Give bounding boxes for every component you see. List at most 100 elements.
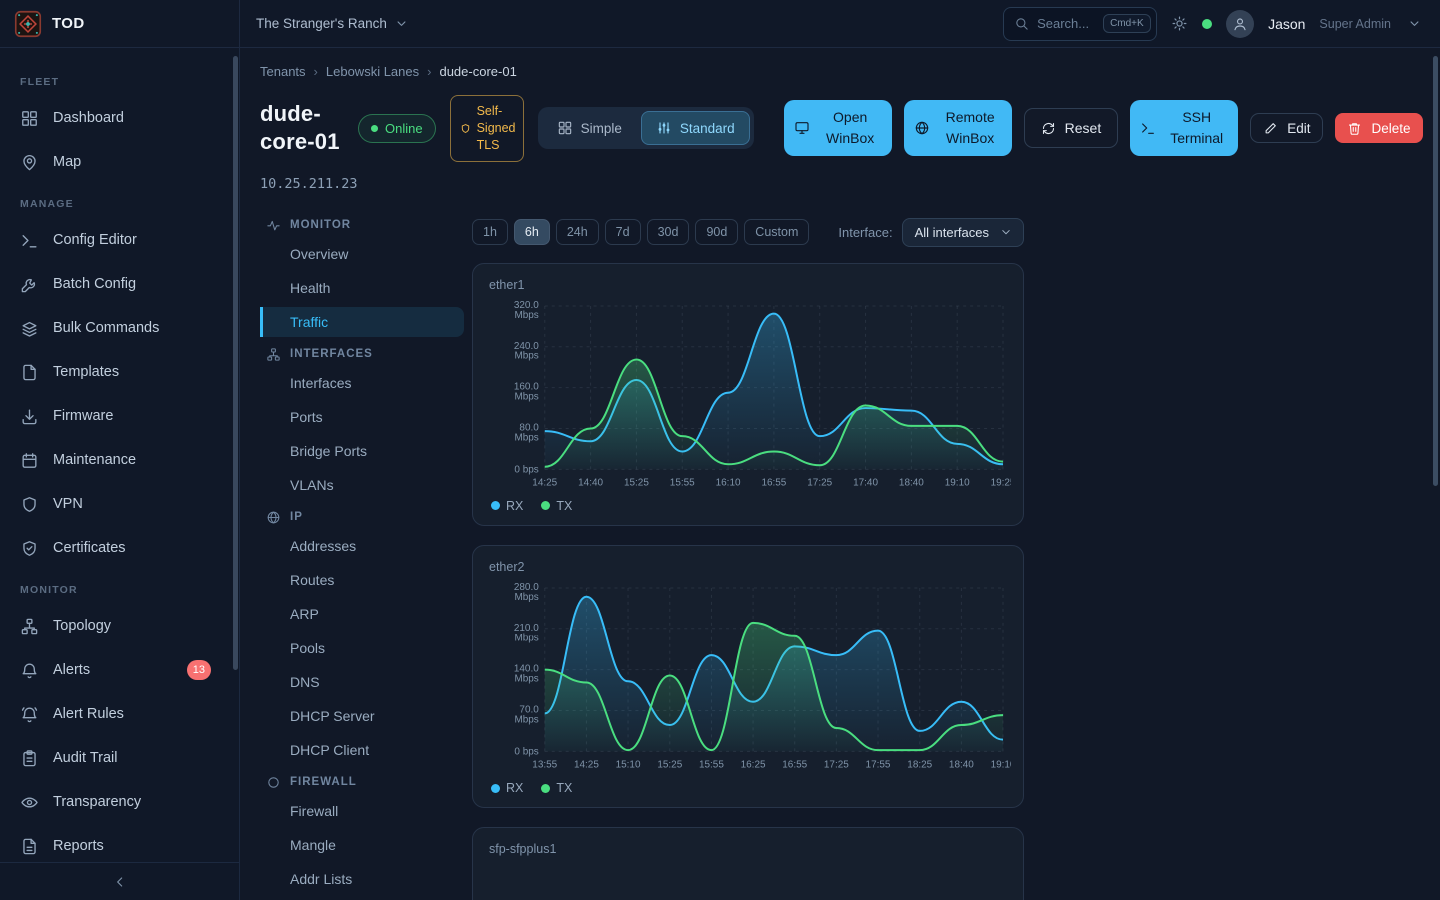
svg-text:15:55: 15:55 <box>699 759 724 770</box>
shield-icon <box>20 495 40 514</box>
traffic-chart-svg: 280.0Mbps210.0Mbps140.0Mbps70.0Mbps0 bps… <box>485 576 1011 777</box>
subnav-item-dns[interactable]: DNS <box>260 667 464 697</box>
sidebar-scrollbar[interactable] <box>233 56 238 670</box>
subnav-item-routes[interactable]: Routes <box>260 565 464 595</box>
subnav-item-overview[interactable]: Overview <box>260 239 464 269</box>
sidebar-item-transparency[interactable]: Transparency <box>0 780 239 824</box>
sidebar-item-reports[interactable]: Reports <box>0 824 239 862</box>
device-actions: Open WinBoxRemote WinBox Reset SSH Termina… <box>784 100 1423 156</box>
subnav-item-dhcp-client[interactable]: DHCP Client <box>260 735 464 765</box>
subnav-item-addresses[interactable]: Addresses <box>260 531 464 561</box>
open-winbox-button[interactable]: Open WinBox <box>784 100 892 156</box>
user-name: Jason <box>1268 16 1305 32</box>
range-30d-button[interactable]: 30d <box>647 219 690 245</box>
subnav-item-ports[interactable]: Ports <box>260 402 464 432</box>
sidebar-item-alert-rules[interactable]: Alert Rules <box>0 692 239 736</box>
chart-panel-sfp-sfpplus1: sfp-sfpplus1 <box>472 827 1024 900</box>
svg-text:16:25: 16:25 <box>741 759 766 770</box>
sidebar-item-templates[interactable]: Templates <box>0 350 239 394</box>
sidebar-collapse-button[interactable] <box>0 862 239 900</box>
svg-text:16:55: 16:55 <box>761 477 786 488</box>
view-mode-standard[interactable]: Standard <box>641 111 750 145</box>
sidebar-item-label: Transparency <box>53 794 141 810</box>
subnav-item-arp[interactable]: ARP <box>260 599 464 629</box>
legend-tx: TX <box>541 499 572 513</box>
chevron-down-icon <box>394 16 409 31</box>
svg-text:Mbps: Mbps <box>514 432 538 443</box>
sidebar-item-label: VPN <box>53 496 83 512</box>
terminal-icon <box>20 231 40 250</box>
range-1h-button[interactable]: 1h <box>472 219 508 245</box>
status-badge: Online <box>358 114 436 143</box>
subnav-item-mangle[interactable]: Mangle <box>260 830 464 860</box>
subnav-item-addr-lists[interactable]: Addr Lists <box>260 864 464 894</box>
user-avatar[interactable] <box>1226 10 1254 38</box>
edit-button[interactable]: Edit <box>1250 113 1323 143</box>
alerts-count-badge: 13 <box>187 660 211 680</box>
reset-button[interactable]: Reset <box>1024 108 1119 148</box>
chart-panel-ether1: ether1320.0Mbps240.0Mbps160.0Mbps80.0Mbp… <box>472 263 1024 526</box>
sidebar-item-maintenance[interactable]: Maintenance <box>0 438 239 482</box>
subnav-item-interfaces[interactable]: Interfaces <box>260 368 464 398</box>
subnav-item-pools[interactable]: Pools <box>260 633 464 663</box>
range-90d-button[interactable]: 90d <box>695 219 738 245</box>
sidebar-item-bulk-commands[interactable]: Bulk Commands <box>0 306 239 350</box>
remote-winbox-button[interactable]: Remote WinBox <box>904 100 1012 156</box>
view-mode-simple[interactable]: Simple <box>542 111 637 145</box>
sidebar-item-label: Alert Rules <box>53 706 124 722</box>
sliders-icon <box>656 120 672 136</box>
search-input[interactable] <box>1037 16 1095 31</box>
sidebar-item-dashboard[interactable]: Dashboard <box>0 96 239 140</box>
interface-select[interactable]: All interfaces <box>902 218 1024 247</box>
theme-toggle-sun-icon[interactable] <box>1171 15 1188 32</box>
subnav-item-traffic[interactable]: Traffic <box>260 307 464 337</box>
firewall-icon <box>266 775 281 790</box>
sidebar-item-config-editor[interactable]: Config Editor <box>0 218 239 262</box>
topbar-right: Cmd+K Jason Super Admin <box>1003 7 1440 41</box>
online-dot-icon <box>371 125 378 132</box>
range-custom-button[interactable]: Custom <box>744 219 809 245</box>
subnav-item-bridge-ports[interactable]: Bridge Ports <box>260 436 464 466</box>
app-root: TOD The Stranger's Ranch Cmd+K Jason Sup… <box>0 0 1440 900</box>
main-scrollbar[interactable] <box>1433 56 1438 486</box>
sidebar-item-batch-config[interactable]: Batch Config <box>0 262 239 306</box>
sidebar-item-alerts[interactable]: Alerts13 <box>0 648 239 692</box>
range-7d-button[interactable]: 7d <box>605 219 641 245</box>
sidebar-item-label: Topology <box>53 618 111 634</box>
range-6h-button[interactable]: 6h <box>514 219 550 245</box>
breadcrumb-item[interactable]: Tenants <box>260 64 306 79</box>
sidebar-item-label: Audit Trail <box>53 750 117 766</box>
sidebar-section-monitor: MONITOR <box>0 570 239 604</box>
svg-text:14:25: 14:25 <box>574 759 599 770</box>
sidebar-item-vpn[interactable]: VPN <box>0 482 239 526</box>
global-search[interactable]: Cmd+K <box>1003 7 1157 41</box>
device-subnav: MONITOROverviewHealthTrafficINTERFACESIn… <box>260 214 472 900</box>
breadcrumb-item[interactable]: Lebowski Lanes <box>326 64 419 79</box>
sidebar-item-label: Config Editor <box>53 232 137 248</box>
device-name: dude-core-01 <box>260 100 344 156</box>
shield-check-icon <box>20 539 40 558</box>
range-24h-button[interactable]: 24h <box>556 219 599 245</box>
subnav-item-vlans[interactable]: VLANs <box>260 470 464 500</box>
view-mode-toggle: SimpleStandard <box>538 107 754 149</box>
subnav-item-health[interactable]: Health <box>260 273 464 303</box>
sidebar-item-firmware[interactable]: Firmware <box>0 394 239 438</box>
subnav-item-firewall[interactable]: Firewall <box>260 796 464 826</box>
subnav-section-firewall: FIREWALL <box>266 775 464 790</box>
delete-button[interactable]: Delete <box>1335 113 1422 143</box>
subnav-item-dhcp-server[interactable]: DHCP Server <box>260 701 464 731</box>
tenant-selector[interactable]: The Stranger's Ranch <box>256 16 409 31</box>
traffic-chart-svg: 320.0Mbps240.0Mbps160.0Mbps80.0Mbps0 bps… <box>485 294 1011 495</box>
sidebar: FLEETDashboardMapMANAGEConfig EditorBatc… <box>0 48 240 900</box>
chart-legend: RXTX <box>485 495 1011 517</box>
search-shortcut: Cmd+K <box>1103 14 1151 33</box>
sidebar-item-certificates[interactable]: Certificates <box>0 526 239 570</box>
sidebar-item-map[interactable]: Map <box>0 140 239 184</box>
topbar: TOD The Stranger's Ranch Cmd+K Jason Sup… <box>0 0 1440 48</box>
tls-badge: Self-Signed TLS <box>450 95 524 162</box>
ssh-terminal-button[interactable]: SSH Terminal <box>1130 100 1238 156</box>
sidebar-item-audit-trail[interactable]: Audit Trail <box>0 736 239 780</box>
svg-text:17:25: 17:25 <box>807 477 832 488</box>
sidebar-item-topology[interactable]: Topology <box>0 604 239 648</box>
user-menu-chevron-icon[interactable] <box>1407 16 1422 31</box>
